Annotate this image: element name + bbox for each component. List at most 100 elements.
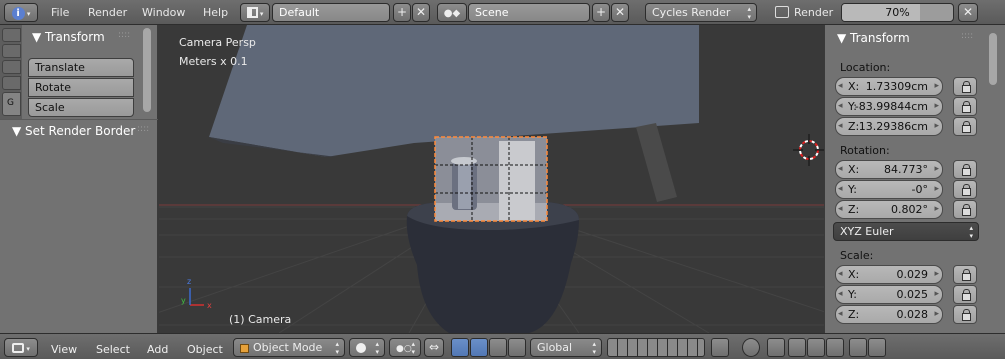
drag-handle-icon[interactable]: ::::: [118, 30, 130, 40]
toolshelf-tab[interactable]: [2, 28, 21, 42]
editor-type-3d-view-button[interactable]: ▾: [4, 338, 38, 357]
translate-button[interactable]: Translate: [28, 58, 134, 77]
box-object: [499, 141, 535, 220]
menu-object[interactable]: Object: [187, 343, 223, 356]
rotation-z-field[interactable]: Z: 0.802°: [835, 200, 943, 219]
view-name-label: Camera Persp: [179, 36, 256, 49]
axis-label: Z:: [848, 203, 860, 216]
properties-transform-header[interactable]: Transform: [850, 31, 910, 45]
cancel-render-icon[interactable]: ✕: [958, 3, 978, 22]
remove-scene-icon[interactable]: ✕: [611, 3, 629, 22]
rotation-mode-dropdown[interactable]: XYZ Euler: [833, 222, 979, 241]
lock-location-y-icon[interactable]: [953, 97, 977, 116]
scale-z-field[interactable]: Z: 0.028: [835, 305, 943, 324]
lock-location-z-icon[interactable]: [953, 117, 977, 136]
lock-scale-x-icon[interactable]: [953, 265, 977, 284]
grease-pencil-tab-letter: G: [7, 98, 14, 108]
3d-cursor-icon: [793, 134, 824, 166]
lock-rotation-z-icon[interactable]: [953, 200, 977, 219]
opengl-render-icon[interactable]: [849, 338, 867, 357]
render-status-label: Render: [794, 6, 834, 19]
render-engine-dropdown[interactable]: Cycles Render: [645, 3, 757, 22]
properties-transform-toggle-icon[interactable]: ▼: [837, 31, 846, 45]
drag-handle-icon[interactable]: ::::: [961, 31, 973, 41]
scene-selector[interactable]: ●◆: [437, 3, 467, 22]
lock-scale-z-icon[interactable]: [953, 305, 977, 324]
layer-buttons[interactable]: [607, 338, 705, 357]
lock-camera-icon[interactable]: [711, 338, 729, 357]
interaction-mode-dropdown[interactable]: Object Mode: [233, 338, 345, 357]
toolshelf-transform-header[interactable]: Transform: [45, 30, 105, 44]
rotation-x-field[interactable]: X: 84.773°: [835, 160, 943, 179]
menu-select[interactable]: Select: [96, 343, 130, 356]
drag-handle-icon[interactable]: ::::: [137, 124, 149, 134]
lock-rotation-x-icon[interactable]: [953, 160, 977, 179]
toolshelf-scrollbar[interactable]: [143, 28, 151, 112]
lock-location-x-icon[interactable]: [953, 77, 977, 96]
rotation-y-field[interactable]: Y: -0°: [835, 180, 943, 199]
screen-layout-field[interactable]: Default: [272, 3, 390, 22]
snap-toggle-icon[interactable]: [788, 338, 806, 357]
render-border-icon[interactable]: [742, 338, 760, 357]
transform-panel-toggle-icon[interactable]: ▼: [32, 30, 41, 44]
viewport-scene: x z y: [159, 25, 824, 333]
toolshelf-tab[interactable]: [2, 60, 21, 74]
menu-render[interactable]: Render: [88, 6, 127, 19]
scene-icon: ●◆: [443, 8, 461, 19]
3d-view-header: ▾ View Select Add Object Object Mode ●○ …: [0, 333, 1005, 359]
menu-view[interactable]: View: [51, 343, 77, 356]
axis-label: X:: [848, 163, 860, 176]
interaction-mode-label: Object Mode: [253, 341, 323, 354]
pivot-point-dropdown[interactable]: ●○: [389, 338, 421, 357]
scale-manipulator-icon[interactable]: [508, 338, 526, 357]
set-render-border-header[interactable]: Set Render Border: [25, 124, 135, 138]
menu-add[interactable]: Add: [147, 343, 168, 356]
3d-viewport[interactable]: x z y Camera Persp Meters x 0.1 (1) Came…: [159, 25, 824, 333]
svg-text:y: y: [181, 296, 186, 305]
menu-help[interactable]: Help: [203, 6, 228, 19]
add-scene-icon[interactable]: +: [592, 3, 610, 22]
scale-button[interactable]: Scale: [28, 98, 134, 117]
remove-layout-icon[interactable]: ✕: [412, 3, 430, 22]
can-highlight: [458, 165, 471, 209]
scale-x-value: 0.029: [896, 268, 929, 281]
add-layout-icon[interactable]: +: [393, 3, 411, 22]
proportional-editing-icon[interactable]: [767, 338, 785, 357]
location-y-field[interactable]: Y:-83.99844cm: [835, 97, 943, 116]
manipulate-center-points-icon[interactable]: ⇔: [424, 338, 444, 357]
location-z-field[interactable]: Z:13.29386cm: [835, 117, 943, 136]
transform-manipulator-toggle-icon[interactable]: [451, 338, 469, 357]
toolshelf-tab[interactable]: [2, 76, 21, 90]
scene-field[interactable]: Scene: [468, 3, 590, 22]
scale-y-field[interactable]: Y: 0.025: [835, 285, 943, 304]
location-x-field[interactable]: X: 1.73309cm: [835, 77, 943, 96]
render-progress-bar: 70%: [841, 3, 954, 22]
rotate-manipulator-icon[interactable]: [489, 338, 507, 357]
rotate-button[interactable]: Rotate: [28, 78, 134, 97]
snap-element-icon[interactable]: [807, 338, 825, 357]
render-engine-label: Cycles Render: [652, 6, 731, 19]
properties-scrollbar[interactable]: [989, 33, 997, 85]
lock-scale-y-icon[interactable]: [953, 285, 977, 304]
scale-x-field[interactable]: X: 0.029: [835, 265, 943, 284]
toolshelf-tab[interactable]: [2, 44, 21, 58]
toolshelf-tab-grease-pencil[interactable]: G: [2, 92, 21, 116]
editor-type-info-button[interactable]: i ▾: [4, 3, 38, 22]
snap-target-icon[interactable]: [826, 338, 844, 357]
menu-window[interactable]: Window: [142, 6, 185, 19]
location-x-value: 1.73309cm: [865, 80, 928, 93]
menu-file[interactable]: File: [51, 6, 69, 19]
rotation-mode-label: XYZ Euler: [840, 225, 894, 238]
location-y-value: -83.99844cm: [854, 100, 928, 113]
translate-manipulator-icon[interactable]: [470, 338, 488, 357]
stand-leg: [636, 123, 677, 202]
screen-layout-selector[interactable]: ▾: [240, 3, 270, 22]
render-border-panel-toggle-icon[interactable]: ▼: [12, 124, 21, 138]
scale-z-value: 0.028: [896, 308, 929, 321]
lock-rotation-y-icon[interactable]: [953, 180, 977, 199]
3d-view-icon: [12, 342, 25, 353]
opengl-animation-icon[interactable]: [868, 338, 886, 357]
axis-label: Y:: [848, 183, 857, 196]
viewport-shading-dropdown[interactable]: [349, 338, 385, 357]
transform-orientation-dropdown[interactable]: Global: [530, 338, 602, 357]
